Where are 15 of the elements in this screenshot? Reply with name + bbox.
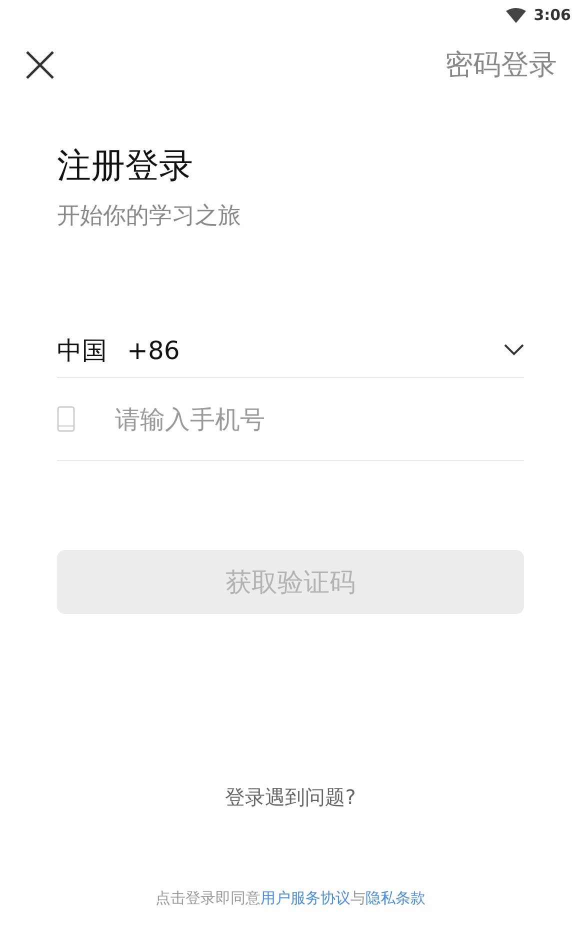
agreement-link[interactable]: 隐私条款 (366, 889, 426, 907)
wifi-icon (506, 8, 526, 22)
phone-icon (57, 406, 75, 432)
agreement-link[interactable]: 用户服务协议 (260, 889, 350, 907)
phone-input-field[interactable]: 请输入手机号 (115, 404, 524, 434)
agreement-text: 点击登录即同意用户服务协议与隐私条款 (154, 889, 426, 908)
close-icon[interactable] (26, 51, 54, 79)
login-help-link[interactable]: 登录遇到问题? (225, 785, 356, 809)
chevron-down-icon[interactable] (504, 344, 524, 356)
clock-time: 3:06 (534, 6, 571, 24)
password-login-link[interactable]: 密码登录 (445, 46, 557, 84)
country-name[interactable]: 中国 (57, 334, 107, 366)
page-subtitle: 开始你的学习之旅 (57, 202, 242, 231)
page-title: 注册登录 (57, 145, 194, 188)
country-code[interactable]: +86 (127, 336, 504, 364)
